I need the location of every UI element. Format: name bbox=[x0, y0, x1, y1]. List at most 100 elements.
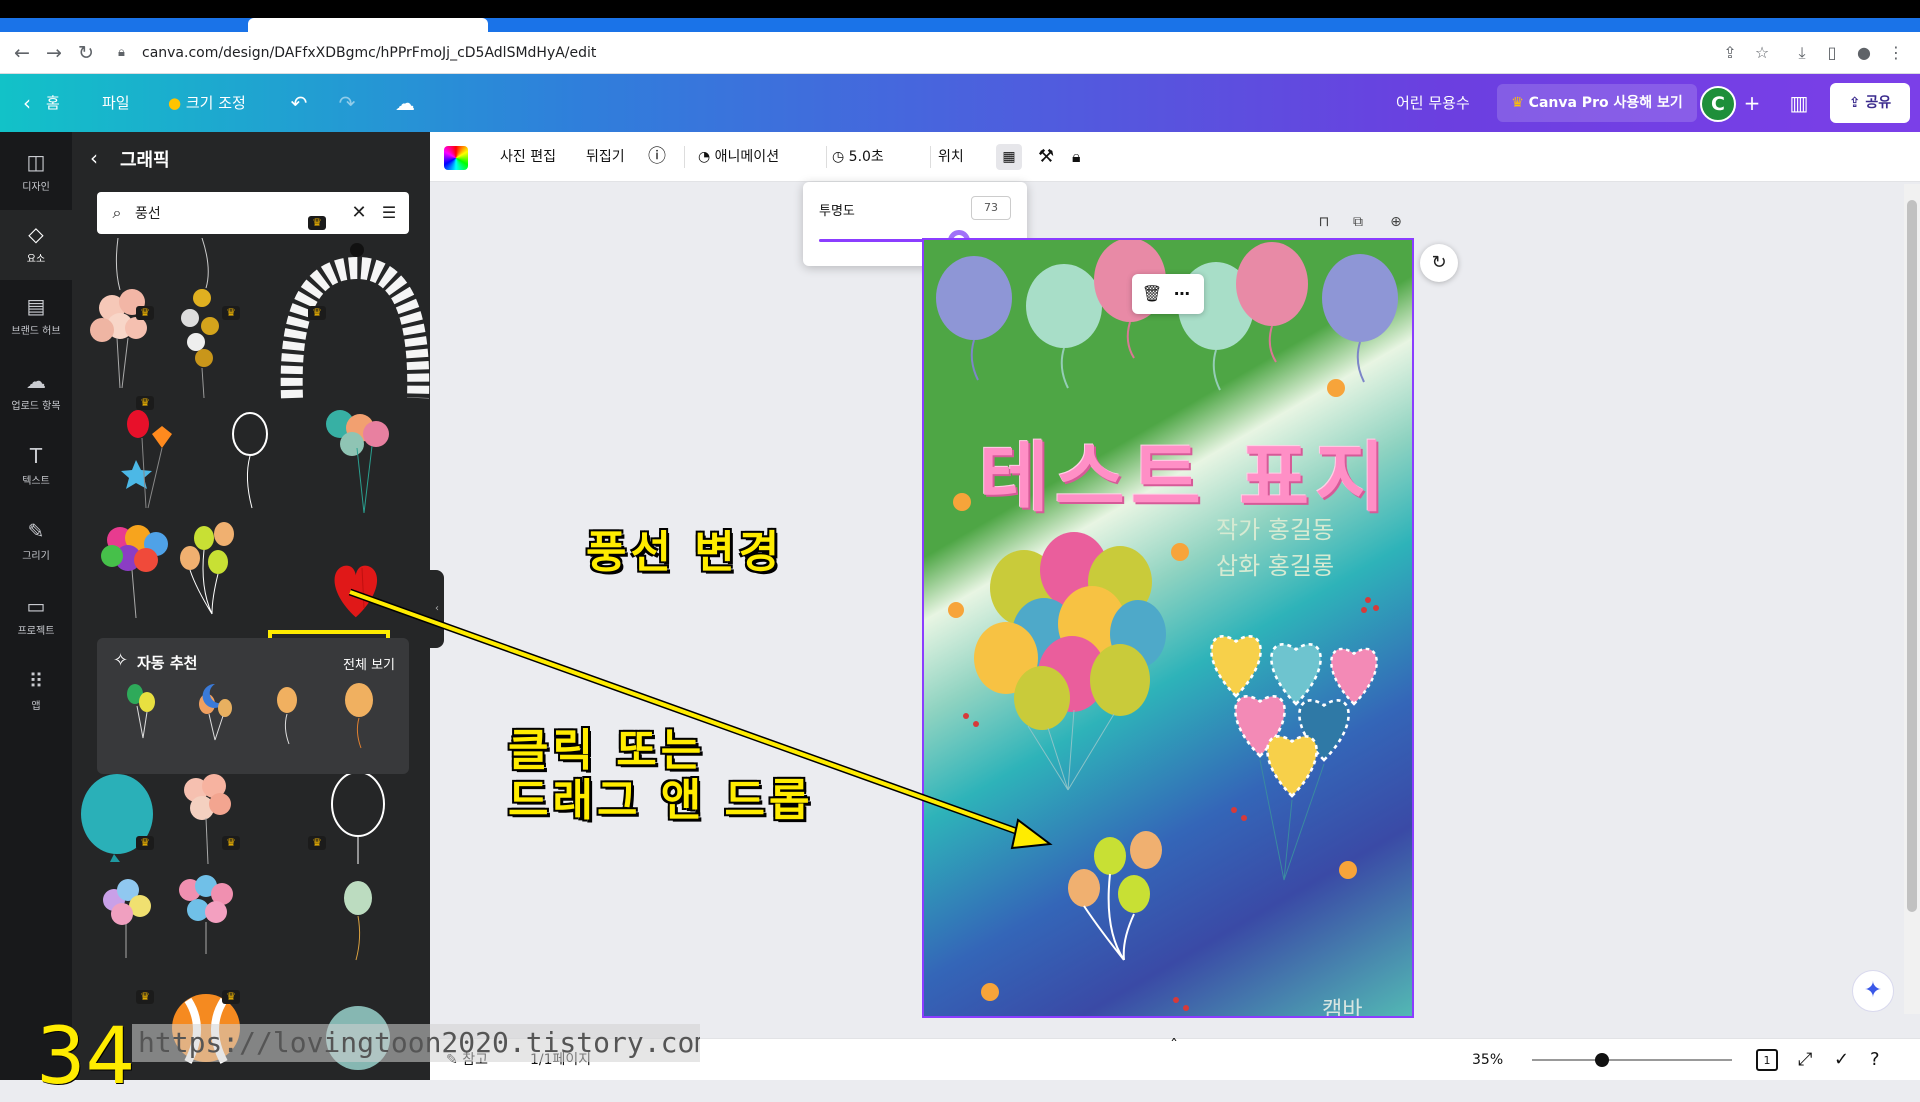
collapse-panel-tab[interactable]: ‹ bbox=[430, 570, 444, 648]
see-all-link[interactable]: 전체 보기 bbox=[343, 654, 395, 673]
bookmark-star-icon[interactable]: ☆ bbox=[1750, 41, 1774, 65]
upload-icon: ☁ bbox=[26, 369, 46, 393]
trash-icon[interactable]: 🗑︎ bbox=[1140, 282, 1164, 306]
recommended-orange-balloon-2[interactable] bbox=[345, 683, 373, 749]
rail-item-design[interactable]: ◫ 디자인 bbox=[0, 138, 72, 208]
back-chevron-icon[interactable]: ‹ bbox=[90, 146, 98, 170]
search-icon: ⌕ bbox=[112, 203, 122, 222]
clear-icon[interactable]: ✕ bbox=[347, 201, 371, 225]
rail-item-text[interactable]: T 텍스트 bbox=[0, 432, 72, 502]
download-icon[interactable]: ⤓ bbox=[1790, 41, 1814, 65]
recommended-orange-balloon[interactable] bbox=[277, 687, 297, 745]
cover-title[interactable]: 테스트 표지 bbox=[979, 416, 1399, 526]
check-circle-icon[interactable]: ✓ bbox=[1834, 1039, 1849, 1081]
graphic-outline-balloon-2[interactable] bbox=[331, 771, 385, 864]
home-link[interactable]: 홈 bbox=[46, 74, 60, 132]
flip-button[interactable]: 뒤집기 bbox=[586, 132, 625, 182]
graphic-pink-blue-bunch[interactable] bbox=[179, 875, 233, 954]
page-view-button[interactable]: 1 bbox=[1756, 1049, 1778, 1071]
side-panel-icon[interactable]: ▯ bbox=[1820, 41, 1844, 65]
illustrator-line[interactable]: 삽화 홍길롱 bbox=[1216, 546, 1334, 581]
fullscreen-icon[interactable]: ⤢ bbox=[1798, 1039, 1812, 1081]
zoom-slider[interactable] bbox=[1532, 1053, 1732, 1067]
info-icon[interactable]: ⓘ bbox=[648, 132, 666, 182]
duration-button[interactable]: ◷ 5.0초 bbox=[832, 132, 884, 182]
rail-item-draw[interactable]: ✎ 그리기 bbox=[0, 507, 72, 577]
design-page[interactable]: 테스트 표지 작가 홍길동 삽화 홍길롱 캠바 bbox=[922, 238, 1414, 1018]
add-member-icon[interactable]: + bbox=[1737, 88, 1767, 118]
url-field[interactable]: 🔒︎ canva.com/design/DAFfxXDBgmc/hPPrFmoJ… bbox=[112, 38, 1712, 68]
rotate-icon[interactable]: ↻ bbox=[1420, 244, 1458, 282]
transparency-icon[interactable]: ▦ bbox=[996, 144, 1022, 170]
back-arrow-icon[interactable]: ← bbox=[10, 41, 34, 65]
zoom-level[interactable]: 35% bbox=[1472, 1039, 1503, 1081]
lock-page-icon[interactable]: ⊓ bbox=[1314, 212, 1334, 232]
graphic-mint-balloon[interactable] bbox=[344, 881, 372, 961]
project-name[interactable]: 어린 무용수 bbox=[1396, 74, 1470, 132]
filter-sliders-icon[interactable]: ☰ bbox=[377, 201, 401, 225]
rail-item-apps[interactable]: ⠿ 앱 bbox=[0, 657, 72, 727]
top-balloon-row[interactable] bbox=[936, 240, 1398, 391]
resize-button[interactable]: ● 크기 조정 bbox=[168, 74, 246, 132]
graphic-red-heart-balloon[interactable] bbox=[334, 565, 378, 618]
side-rail: ◫ 디자인 ◇ 요소 ▤ 브랜드 허브 ☁ 업로드 항목 T 텍스트 ✎ 그리기… bbox=[0, 132, 72, 1080]
avatar[interactable]: C bbox=[1700, 86, 1736, 122]
balloon-bunch-left[interactable] bbox=[974, 532, 1166, 791]
more-options-icon[interactable]: ⋯ bbox=[1170, 282, 1194, 306]
insights-chart-icon[interactable]: ▥ bbox=[1784, 88, 1814, 118]
graphic-pastel-trio[interactable] bbox=[103, 879, 151, 958]
file-menu[interactable]: 파일 bbox=[102, 74, 130, 132]
graphic-white-outline-balloon[interactable] bbox=[232, 412, 268, 509]
rail-label: 요소 bbox=[26, 254, 46, 265]
graphic-white-balloon-arch[interactable] bbox=[280, 256, 430, 399]
duplicate-page-icon[interactable]: ⧉ bbox=[1348, 212, 1368, 232]
share-button[interactable]: ⇪ 공유 bbox=[1830, 83, 1910, 123]
redo-icon[interactable]: ↷ bbox=[332, 88, 362, 118]
share-page-icon[interactable]: ⇪ bbox=[1718, 41, 1742, 65]
magic-assistant-icon[interactable]: ✦ bbox=[1852, 970, 1894, 1012]
graphic-colorful-balloon-cluster[interactable] bbox=[101, 525, 168, 619]
scrollbar-thumb[interactable] bbox=[1907, 200, 1917, 912]
photo-edit-button[interactable]: 사진 편집 bbox=[500, 132, 556, 182]
zoom-slider-handle[interactable] bbox=[1595, 1053, 1609, 1067]
cover-brand-text[interactable]: 캠바 bbox=[1322, 992, 1362, 1016]
reload-icon[interactable]: ↻ bbox=[74, 41, 98, 65]
recommended-green-yellow-balloons[interactable] bbox=[127, 684, 155, 739]
graphic-selected-yellow-balloons[interactable] bbox=[180, 522, 234, 615]
cloud-saved-icon[interactable]: ☁ bbox=[390, 88, 420, 118]
rail-item-brand[interactable]: ▤ 브랜드 허브 bbox=[0, 282, 72, 352]
graphic-heart-star-balloons[interactable] bbox=[121, 410, 172, 509]
help-icon[interactable]: ? bbox=[1870, 1039, 1880, 1081]
author-line[interactable]: 작가 홍길동 bbox=[1216, 510, 1334, 545]
add-page-icon[interactable]: ⊕ bbox=[1386, 212, 1406, 232]
heart-balloons-right[interactable] bbox=[1210, 635, 1378, 881]
lock-icon[interactable]: 🔒︎ bbox=[1072, 132, 1081, 182]
recommended-moon-balloons[interactable] bbox=[199, 683, 232, 741]
try-pro-button[interactable]: ♛ Canva Pro 사용해 보기 bbox=[1497, 84, 1697, 122]
active-browser-tab[interactable] bbox=[248, 18, 488, 32]
rail-item-projects[interactable]: ▭ 프로젝트 bbox=[0, 582, 72, 652]
graphic-pastel-balloon-bunch[interactable] bbox=[90, 289, 147, 389]
kebab-menu-icon[interactable]: ⋮ bbox=[1884, 41, 1908, 65]
profile-icon[interactable]: ● bbox=[1852, 41, 1876, 65]
vertical-scrollbar[interactable] bbox=[1904, 184, 1920, 1014]
crown-icon: ♛ bbox=[136, 836, 154, 850]
chevron-up-icon[interactable]: ˆ bbox=[1170, 1025, 1178, 1067]
color-picker-swatch[interactable] bbox=[444, 146, 468, 170]
chevron-left-icon[interactable]: ‹ bbox=[12, 88, 42, 118]
added-yellow-balloons[interactable] bbox=[1068, 831, 1162, 961]
annotation-drag-drop: 드래그 앤 드롭 bbox=[508, 775, 814, 826]
rail-item-uploads[interactable]: ☁ 업로드 항목 bbox=[0, 357, 72, 427]
graphic-peach-balloon-bunch[interactable] bbox=[184, 774, 231, 865]
graphic-teal-balloon-bunch[interactable] bbox=[326, 410, 389, 514]
paint-roller-icon[interactable]: ⚒ bbox=[1038, 132, 1054, 182]
transparency-value-input[interactable]: 73 bbox=[971, 196, 1011, 220]
animation-button[interactable]: ◔ 애니메이션 bbox=[698, 132, 779, 182]
search-box: ⌕ ✕ ☰ bbox=[97, 192, 409, 234]
position-button[interactable]: 위치 bbox=[938, 132, 964, 182]
rail-item-elements[interactable]: ◇ 요소 bbox=[0, 210, 72, 280]
undo-icon[interactable]: ↶ bbox=[284, 88, 314, 118]
forward-arrow-icon[interactable]: → bbox=[42, 41, 66, 65]
rail-label: 앱 bbox=[31, 701, 41, 712]
graphic-gold-silver-balloons[interactable] bbox=[181, 289, 219, 399]
